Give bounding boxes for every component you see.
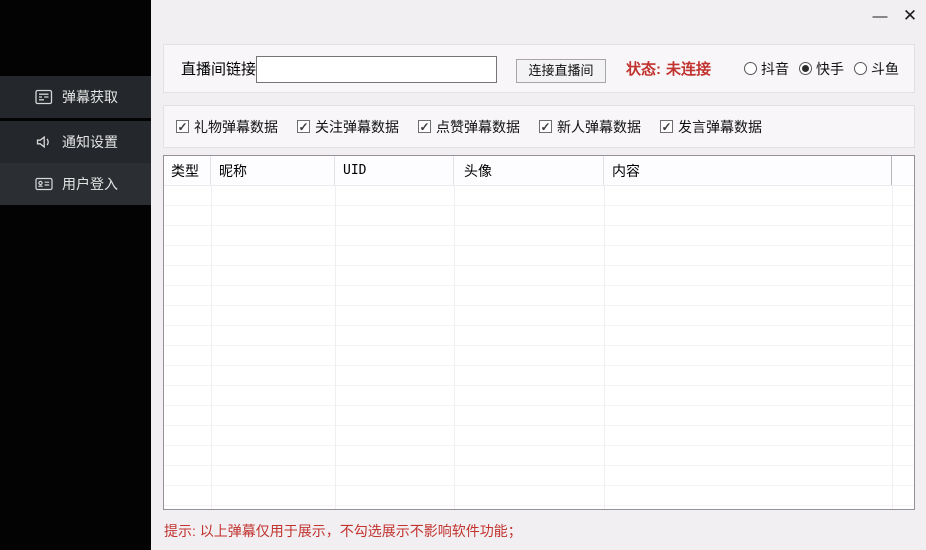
checkbox-icon: ✓	[297, 120, 310, 133]
checkbox-label: 点赞弹幕数据	[436, 117, 520, 137]
danmaku-table: 类型 昵称 UID 头像 内容	[163, 155, 915, 510]
status-label: 状态:	[626, 58, 661, 79]
column-header-filler	[892, 156, 914, 185]
radio-douyu[interactable]: 斗鱼	[854, 59, 899, 79]
sidebar-item-notify-settings[interactable]: 通知设置	[0, 121, 151, 163]
live-link-input[interactable]	[256, 56, 497, 83]
radio-circle-icon	[799, 62, 812, 75]
column-gridline	[604, 186, 605, 509]
table-body[interactable]	[164, 186, 914, 509]
checkbox-chat-danmaku[interactable]: ✓ 发言弹幕数据	[660, 117, 762, 137]
footer-hint: 提示: 以上弹幕仅用于展示，不勾选展示不影响软件功能；	[164, 521, 522, 541]
connect-room-button[interactable]: 连接直播间	[516, 59, 606, 83]
checkbox-icon: ✓	[539, 120, 552, 133]
column-header-nickname[interactable]: 昵称	[211, 156, 335, 185]
checkbox-label: 发言弹幕数据	[678, 117, 762, 137]
checkbox-icon: ✓	[660, 120, 673, 133]
close-button[interactable]: ✕	[894, 2, 926, 30]
minimize-icon: —	[873, 8, 888, 25]
status-value: 未连接	[666, 58, 711, 79]
checkbox-label: 关注弹幕数据	[315, 117, 399, 137]
sidebar-item-user-login[interactable]: 用户登入	[0, 163, 151, 205]
radio-circle-icon	[854, 62, 867, 75]
checkbox-label: 礼物弹幕数据	[194, 117, 278, 137]
column-header-type[interactable]: 类型	[164, 156, 211, 185]
sidebar-item-label: 通知设置	[62, 132, 118, 152]
checkbox-gift-danmaku[interactable]: ✓ 礼物弹幕数据	[176, 117, 278, 137]
platform-radio-group: 抖音 快手 斗鱼	[744, 45, 899, 92]
connection-panel: 直播间链接: 连接直播间 状态: 未连接 抖音 快手 斗鱼	[163, 44, 915, 93]
radio-douyin[interactable]: 抖音	[744, 59, 789, 79]
live-link-label: 直播间链接:	[181, 45, 260, 92]
column-gridline	[211, 186, 212, 509]
radio-label: 快手	[816, 59, 844, 79]
checkbox-icon: ✓	[176, 120, 189, 133]
app-window: { "window": { "minimize_icon": "—", "clo…	[0, 0, 926, 550]
checkbox-newcomer-danmaku[interactable]: ✓ 新人弹幕数据	[539, 117, 641, 137]
radio-label: 斗鱼	[871, 59, 899, 79]
radio-circle-icon	[744, 62, 757, 75]
sidebar-item-label: 用户登入	[62, 174, 118, 194]
radio-kuaishou[interactable]: 快手	[799, 59, 844, 79]
checkbox-icon: ✓	[418, 120, 431, 133]
sidebar-item-danmaku-capture[interactable]: 弹幕获取	[0, 76, 151, 118]
id-card-icon	[35, 176, 53, 192]
column-header-uid[interactable]: UID	[335, 156, 454, 185]
checkbox-like-danmaku[interactable]: ✓ 点赞弹幕数据	[418, 117, 520, 137]
minimize-button[interactable]: —	[864, 2, 896, 30]
speaker-icon	[35, 134, 53, 150]
danmaku-list-icon	[35, 89, 53, 105]
table-header: 类型 昵称 UID 头像 内容	[164, 156, 914, 186]
radio-label: 抖音	[761, 59, 789, 79]
column-header-content[interactable]: 内容	[604, 156, 892, 185]
sidebar-item-label: 弹幕获取	[62, 87, 118, 107]
column-gridline	[454, 186, 455, 509]
close-icon: ✕	[903, 6, 917, 26]
connection-status: 状态: 未连接	[626, 45, 711, 92]
checkbox-follow-danmaku[interactable]: ✓ 关注弹幕数据	[297, 117, 399, 137]
filter-panel: ✓ 礼物弹幕数据 ✓ 关注弹幕数据 ✓ 点赞弹幕数据 ✓ 新人弹幕数据 ✓ 发言…	[163, 105, 915, 148]
column-gridline	[335, 186, 336, 509]
sidebar: 弹幕获取 通知设置 用户登入	[0, 0, 151, 550]
column-header-avatar[interactable]: 头像	[454, 156, 604, 185]
checkbox-label: 新人弹幕数据	[557, 117, 641, 137]
column-gridline	[892, 186, 893, 509]
